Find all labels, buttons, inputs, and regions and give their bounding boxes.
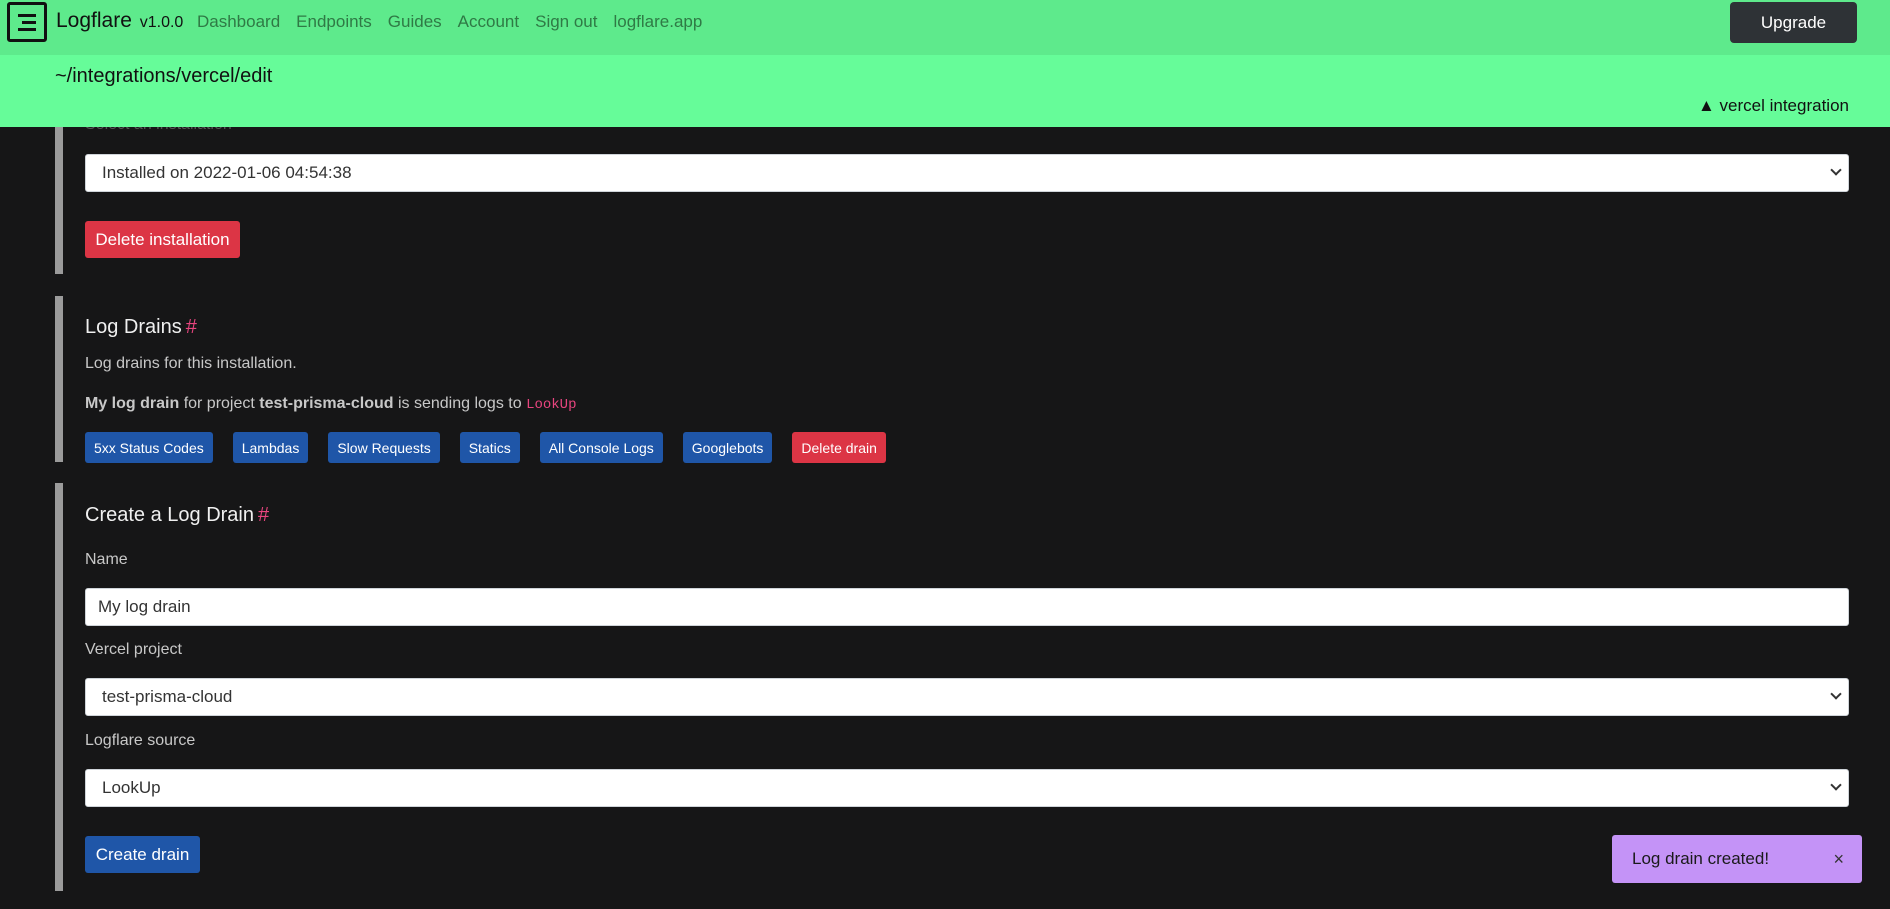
nav-links: Dashboard Endpoints Guides Account Sign … bbox=[197, 12, 702, 32]
drain-name: My log drain bbox=[85, 395, 180, 412]
logflare-source-select[interactable]: LookUp bbox=[85, 769, 1849, 807]
page-subheader: ~/integrations/vercel/edit ▲ vercel inte… bbox=[0, 55, 1890, 127]
create-drain-title: Create a Log Drain bbox=[85, 504, 254, 526]
filter-5xx-status-codes-button[interactable]: 5xx Status Codes bbox=[85, 432, 213, 463]
page-path: ~/integrations/vercel/edit bbox=[55, 65, 273, 87]
chevron-down-icon bbox=[1830, 688, 1842, 700]
name-input-value: My log drain bbox=[98, 597, 191, 616]
drain-source-name: LookUp bbox=[526, 397, 577, 413]
nav-link-sign-out[interactable]: Sign out bbox=[535, 12, 597, 32]
filter-slow-requests-button[interactable]: Slow Requests bbox=[328, 432, 440, 463]
create-drain-anchor-link[interactable]: # bbox=[258, 504, 269, 526]
nav-link-account[interactable]: Account bbox=[458, 12, 519, 32]
integration-label: ▲ vercel integration bbox=[1697, 96, 1849, 115]
logflare-source-label: Logflare source bbox=[85, 732, 196, 749]
log-drains-heading: Log Drains # bbox=[85, 316, 197, 339]
drain-sending-text: is sending logs to bbox=[397, 395, 522, 412]
filter-statics-button[interactable]: Statics bbox=[459, 432, 520, 463]
nav-link-dashboard[interactable]: Dashboard bbox=[197, 12, 280, 32]
installation-select[interactable]: Installed on 2022-01-06 04:54:38 bbox=[85, 154, 1849, 192]
chevron-down-icon bbox=[1830, 779, 1842, 791]
name-field-label: Name bbox=[85, 551, 128, 568]
filter-all-console-logs-button[interactable]: All Console Logs bbox=[539, 432, 663, 463]
logflare-logo-icon[interactable] bbox=[7, 2, 47, 42]
logflare-source-value: LookUp bbox=[102, 778, 161, 797]
filter-lambdas-button[interactable]: Lambdas bbox=[232, 432, 309, 463]
delete-drain-button[interactable]: Delete drain bbox=[792, 432, 886, 463]
name-input[interactable]: My log drain bbox=[85, 588, 1849, 626]
vercel-project-select[interactable]: test-prisma-cloud bbox=[85, 678, 1849, 716]
nav-link-guides[interactable]: Guides bbox=[388, 12, 442, 32]
chevron-down-icon bbox=[1830, 164, 1842, 176]
close-icon[interactable]: × bbox=[1833, 849, 1844, 870]
drain-project-name: test-prisma-cloud bbox=[259, 395, 394, 412]
upgrade-button[interactable]: Upgrade bbox=[1730, 2, 1857, 43]
vercel-project-label: Vercel project bbox=[85, 641, 182, 658]
log-drains-anchor-link[interactable]: # bbox=[186, 316, 197, 338]
drain-for-project-text: for project bbox=[183, 395, 255, 412]
brand-version: v1.0.0 bbox=[139, 14, 184, 31]
log-drains-description: Log drains for this installation. bbox=[85, 355, 297, 372]
installation-select-value: Installed on 2022-01-06 04:54:38 bbox=[102, 163, 352, 182]
create-drain-heading: Create a Log Drain # bbox=[85, 504, 269, 527]
brand-name: Logflare bbox=[56, 9, 132, 32]
vercel-project-value: test-prisma-cloud bbox=[102, 687, 233, 706]
brand[interactable]: Logflare v1.0.0 bbox=[56, 9, 183, 33]
filter-googlebots-button[interactable]: Googlebots bbox=[682, 432, 773, 463]
drain-filter-buttons: 5xx Status Codes Lambdas Slow Requests S… bbox=[85, 432, 886, 463]
success-toast: Log drain created! × bbox=[1612, 835, 1862, 883]
toast-message: Log drain created! bbox=[1632, 849, 1770, 868]
nav-link-endpoints[interactable]: Endpoints bbox=[296, 12, 372, 32]
create-drain-button[interactable]: Create drain bbox=[85, 836, 200, 873]
top-navbar: Logflare v1.0.0 Dashboard Endpoints Guid… bbox=[0, 0, 1890, 55]
log-drain-summary: My log drain for project test-prisma-clo… bbox=[85, 395, 577, 413]
nav-link-logflare-app[interactable]: logflare.app bbox=[614, 12, 703, 32]
log-drains-title: Log Drains bbox=[85, 316, 182, 338]
delete-installation-button[interactable]: Delete installation bbox=[85, 221, 240, 258]
